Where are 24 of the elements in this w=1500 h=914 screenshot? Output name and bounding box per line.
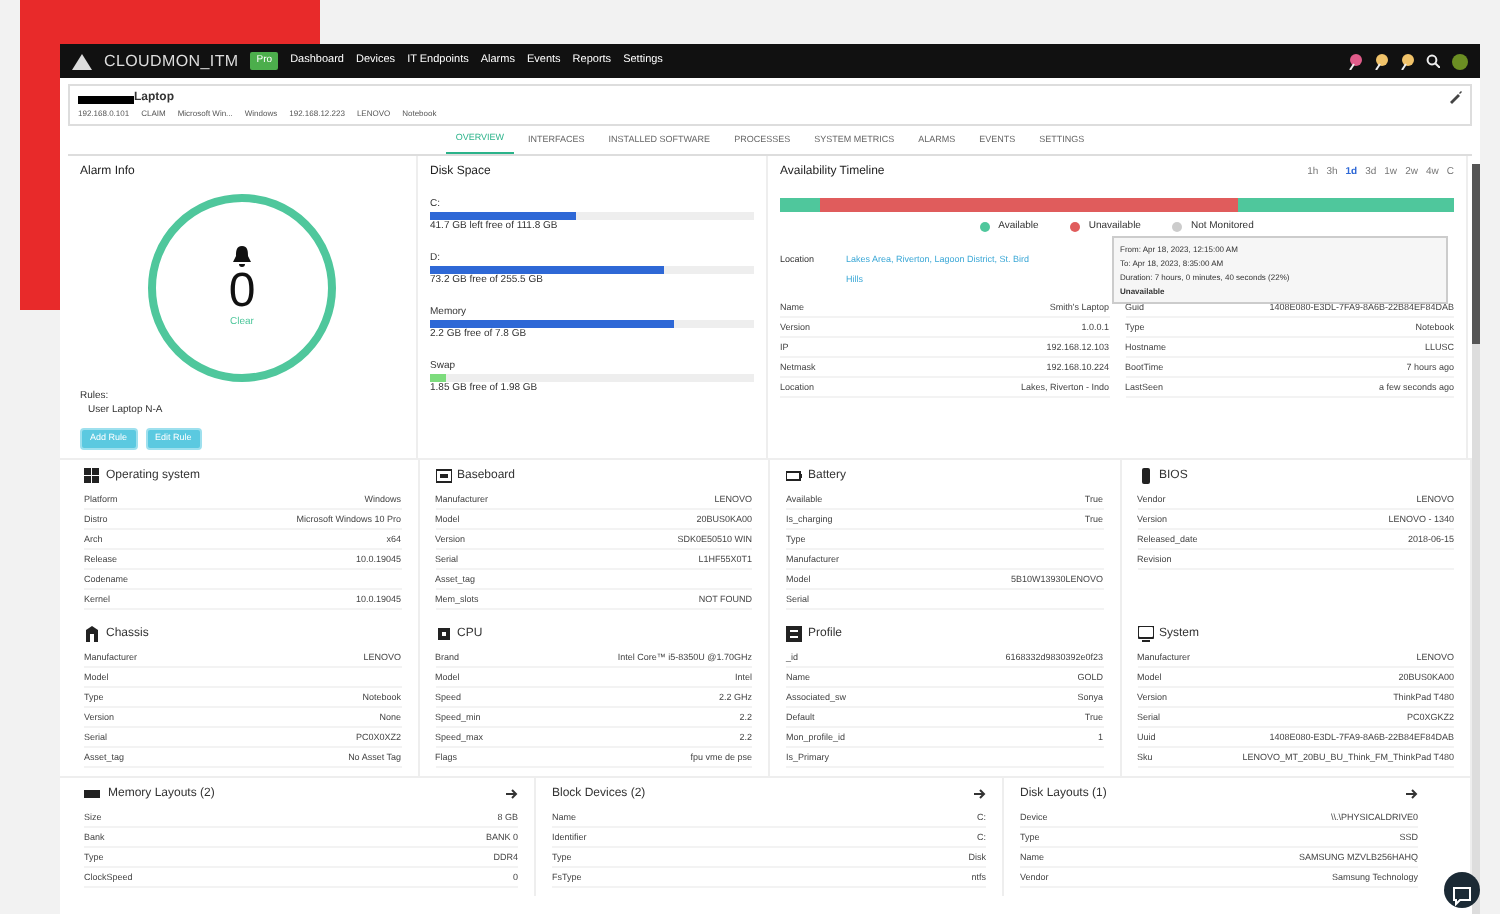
expand-arrow-icon[interactable] xyxy=(506,788,518,800)
redaction-bar xyxy=(78,95,134,103)
pin-icon[interactable] xyxy=(1374,53,1388,69)
monitor-icon xyxy=(1137,626,1153,642)
bell-icon xyxy=(230,244,254,268)
expand-arrow-icon[interactable] xyxy=(974,788,986,800)
logo-icon xyxy=(72,53,92,69)
memory-icon xyxy=(84,786,100,802)
pin-icon[interactable] xyxy=(1400,53,1414,69)
battery-icon xyxy=(786,468,802,484)
cpu-icon xyxy=(435,626,451,642)
brand-name: CLOUDMON_ITM xyxy=(104,49,239,73)
pin-icon[interactable] xyxy=(1348,53,1362,69)
windows-icon xyxy=(84,468,100,484)
scrollbar-thumb[interactable] xyxy=(1472,164,1480,344)
circuit-board-icon xyxy=(435,468,451,484)
document-icon xyxy=(786,626,802,642)
edit-icon[interactable] xyxy=(1448,90,1462,104)
chip-icon xyxy=(1137,468,1153,484)
search-icon[interactable] xyxy=(1426,54,1440,68)
expand-arrow-icon[interactable] xyxy=(1406,788,1418,800)
building-icon xyxy=(84,626,100,642)
alarm-count: 0 xyxy=(228,268,256,316)
avatar-icon[interactable] xyxy=(1452,53,1468,69)
